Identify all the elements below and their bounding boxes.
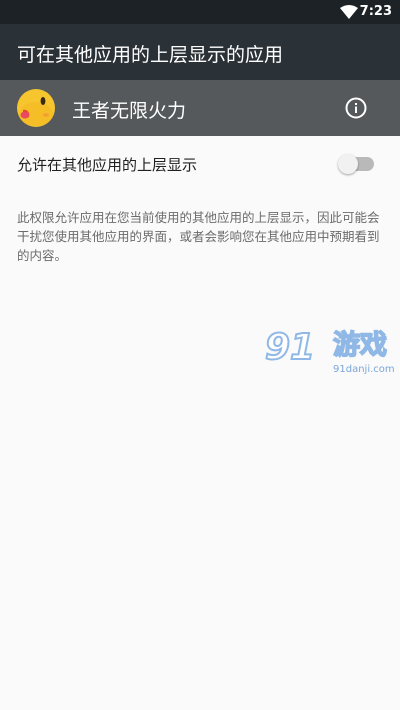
status-bar: 7:23 xyxy=(0,0,400,24)
switch-thumb xyxy=(338,154,358,174)
wifi-icon xyxy=(340,5,358,19)
watermark-number: 91 xyxy=(264,327,316,369)
app-bar: 可在其他应用的上层显示的应用 xyxy=(0,24,400,80)
settings-content: 允许在其他应用的上层显示 此权限允许应用在您当前使用的其他应用的上层显示，因此可… xyxy=(0,136,400,710)
app-name: 王者无限火力 xyxy=(72,100,187,122)
watermark-url: 91danji.com xyxy=(333,364,395,375)
status-time: 7:23 xyxy=(359,4,392,19)
overlay-permission-row[interactable]: 允许在其他应用的上层显示 xyxy=(0,136,400,192)
watermark-logo: 91 游戏 91danji.com xyxy=(264,327,400,384)
emoji-face-icon xyxy=(17,89,55,127)
permission-description: 此权限允许应用在您当前使用的其他应用的上层显示，因此可能会干扰您使用其他应用的界… xyxy=(17,210,380,263)
info-icon[interactable] xyxy=(340,92,372,124)
watermark-name: 游戏 xyxy=(332,329,388,362)
app-header: 王者无限火力 xyxy=(0,80,400,136)
overlay-permission-switch[interactable] xyxy=(338,152,378,176)
overlay-permission-label: 允许在其他应用的上层显示 xyxy=(17,156,198,174)
page-title: 可在其他应用的上层显示的应用 xyxy=(17,44,284,66)
